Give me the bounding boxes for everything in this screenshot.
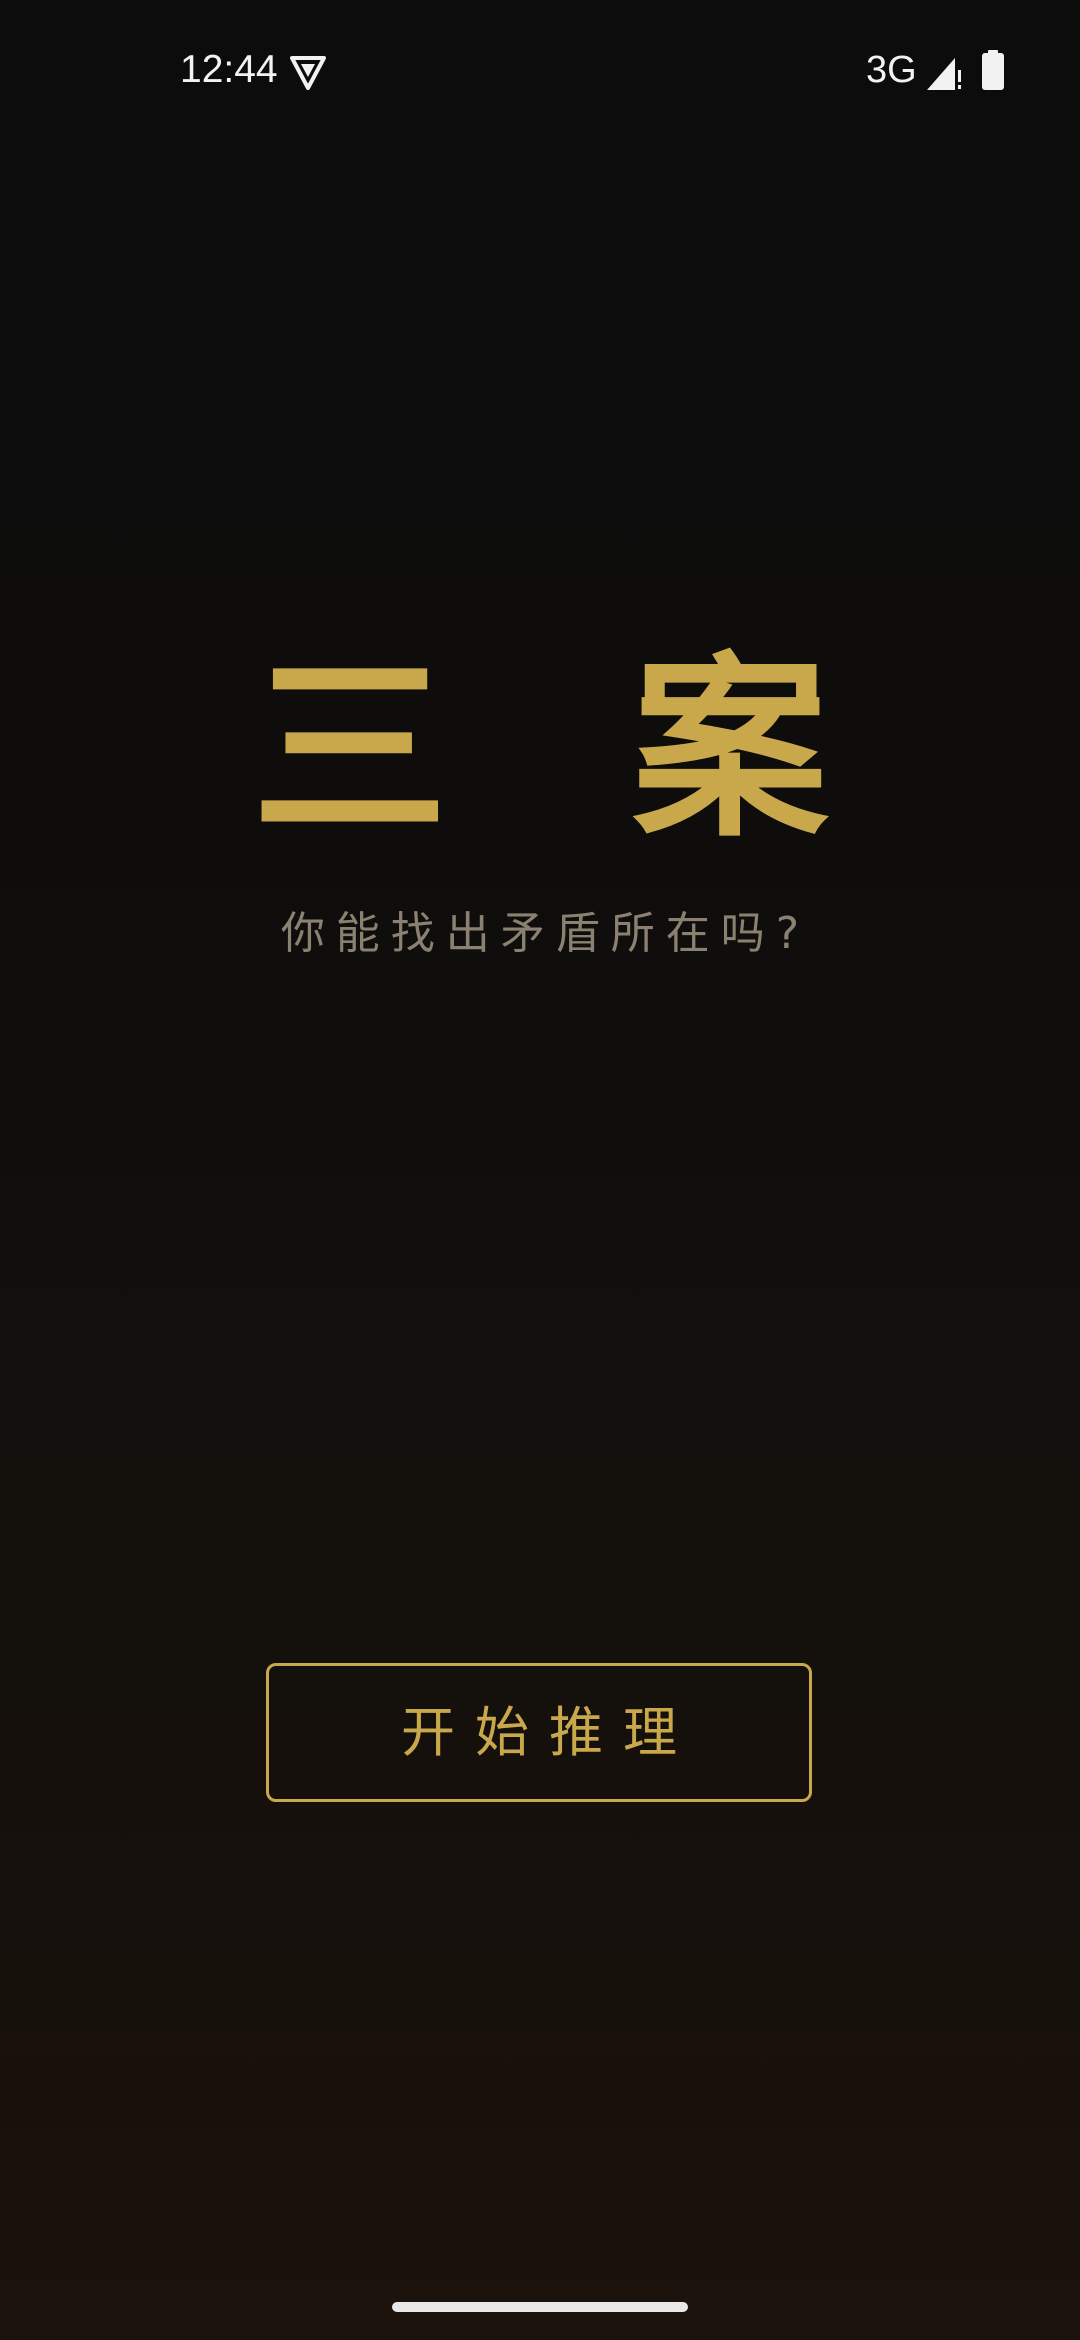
vpn-shield-icon	[288, 52, 328, 92]
status-time: 12:44	[180, 48, 278, 91]
app-title: 三 案	[251, 636, 887, 864]
app-subtitle: 你能找出矛盾所在吗?	[280, 908, 811, 959]
cell-signal-icon	[925, 52, 965, 92]
status-bar: 12:44 3G	[0, 0, 1080, 140]
start-reasoning-button[interactable]: 开始推理	[266, 1663, 812, 1802]
start-reasoning-label: 开始推理	[401, 1700, 697, 1764]
home-indicator[interactable]	[392, 2302, 688, 2312]
network-type: 3G	[866, 49, 917, 91]
battery-icon	[982, 50, 1004, 90]
